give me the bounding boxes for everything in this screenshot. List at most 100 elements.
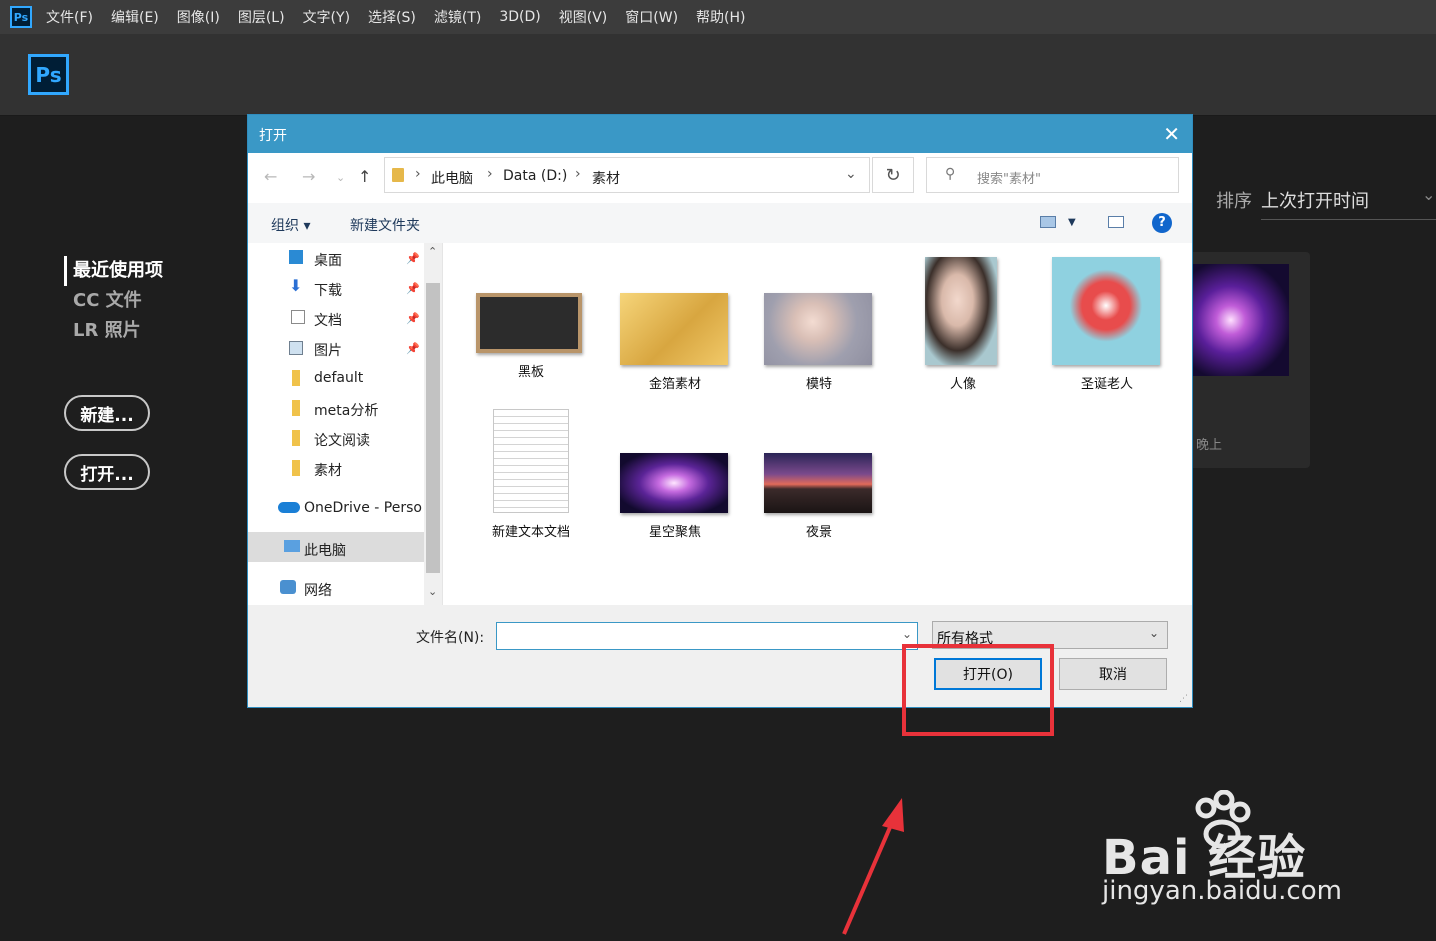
sidebar-item-desktop[interactable]: 桌面	[314, 250, 342, 270]
menu-window[interactable]: 窗口(W)	[625, 7, 678, 27]
menu-filter[interactable]: 滤镜(T)	[434, 7, 481, 27]
pin-icon: 📌	[406, 252, 420, 265]
sidebar-item-downloads[interactable]: 下载	[314, 280, 342, 300]
nav-cc-files[interactable]: CC 文件	[64, 286, 163, 316]
menu-layer[interactable]: 图层(L)	[238, 7, 285, 27]
sidebar-item-documents[interactable]: 文档	[314, 310, 342, 330]
preview-pane-icon[interactable]	[1108, 216, 1124, 228]
sort-select[interactable]: 上次打开时间	[1261, 187, 1436, 220]
menu-select[interactable]: 选择(S)	[368, 7, 416, 27]
sidebar-item-this-pc[interactable]: 此电脑	[304, 540, 346, 560]
file-thumbnail-blackboard	[476, 293, 582, 353]
menu-image[interactable]: 图像(I)	[177, 7, 220, 27]
file-name: 黑板	[517, 365, 544, 380]
sidebar-item-network[interactable]: 网络	[304, 580, 332, 600]
view-dropdown-icon[interactable]: ▼	[1068, 217, 1076, 228]
file-item[interactable]: 模特	[761, 293, 877, 392]
navigation-bar: ← → ⌄ ↑ › 此电脑 › Data (D:) › 素材 ⌄ ↻ ⚲ 搜索"…	[248, 153, 1192, 203]
photoshop-logo[interactable]: Ps	[28, 54, 69, 95]
chevron-right-icon[interactable]: ›	[415, 166, 421, 182]
organize-menu[interactable]: 组织 ▾	[271, 215, 310, 235]
menu-type[interactable]: 文字(Y)	[303, 7, 350, 27]
file-item[interactable]: 圣诞老人	[1049, 257, 1165, 392]
forward-arrow-icon[interactable]: →	[302, 167, 315, 186]
up-arrow-icon[interactable]: ↑	[358, 167, 371, 186]
file-name: 人像	[949, 377, 976, 392]
recent-locations-icon[interactable]: ⌄	[336, 171, 345, 184]
document-icon	[291, 310, 305, 324]
pin-icon: 📌	[406, 312, 420, 325]
sidebar-item-papers[interactable]: 论文阅读	[314, 430, 370, 450]
search-icon: ⚲	[945, 166, 956, 182]
close-icon[interactable]: ✕	[1163, 122, 1180, 146]
file-name: 新建文本文档	[491, 525, 570, 540]
chevron-down-icon[interactable]: ⌄	[845, 166, 857, 182]
chevron-down-icon[interactable]: ⌄	[1149, 626, 1159, 640]
breadcrumb-drive-d[interactable]: Data (D:)	[503, 168, 567, 184]
open-button[interactable]: 打开...	[64, 454, 150, 490]
help-icon[interactable]: ?	[1152, 213, 1172, 233]
file-thumbnail-galaxy	[620, 453, 728, 513]
breadcrumb-this-pc[interactable]: 此电脑	[431, 168, 473, 188]
breadcrumb-sucai[interactable]: 素材	[592, 168, 620, 188]
sidebar-item-sucai[interactable]: 素材	[314, 460, 342, 480]
sidebar-item-meta[interactable]: meta分析	[314, 400, 378, 420]
pictures-icon	[289, 341, 303, 355]
open-dialog: 打开 ✕ ← → ⌄ ↑ › 此电脑 › Data (D:) › 素材 ⌄ ↻ …	[248, 115, 1192, 707]
filename-label: 文件名(N):	[416, 630, 485, 646]
computer-icon	[284, 540, 300, 552]
file-item[interactable]: 黑板	[473, 293, 589, 380]
sidebar-item-default[interactable]: default	[314, 370, 363, 386]
file-thumbnail-model	[764, 293, 872, 365]
file-item[interactable]: 星空聚焦	[617, 453, 733, 540]
cloud-icon	[278, 502, 300, 513]
recent-file-time: 晚上	[1196, 438, 1223, 453]
file-item[interactable]: 新建文本文档	[473, 409, 589, 540]
chevron-right-icon[interactable]: ›	[575, 166, 581, 182]
nav-recent[interactable]: 最近使用项	[64, 256, 163, 286]
menu-view[interactable]: 视图(V)	[559, 7, 608, 27]
menu-file[interactable]: 文件(F)	[46, 7, 93, 27]
file-thumbnail-gold-foil	[620, 293, 728, 365]
dialog-toolbar: 组织 ▾ 新建文件夹 ▼	[248, 203, 1192, 243]
view-mode-icon[interactable]	[1040, 216, 1056, 228]
menu-3d[interactable]: 3D(D)	[499, 9, 540, 25]
file-item[interactable]: 人像	[905, 257, 1021, 392]
refresh-icon[interactable]: ↻	[872, 157, 914, 193]
search-input[interactable]: ⚲ 搜索"素材"	[926, 157, 1179, 193]
address-bar[interactable]: › 此电脑 › Data (D:) › 素材 ⌄	[384, 157, 870, 193]
dialog-titlebar[interactable]: 打开 ✕	[248, 115, 1192, 153]
sort-label: 排序	[1216, 191, 1252, 212]
chevron-down-icon[interactable]: ⌄	[1422, 185, 1435, 204]
folder-icon	[392, 168, 404, 182]
file-name: 夜景	[805, 525, 832, 540]
file-item[interactable]: 夜景	[761, 453, 877, 540]
red-arrow-icon	[842, 798, 904, 935]
sidebar-item-pictures[interactable]: 图片	[314, 340, 342, 360]
recent-file-thumbnail[interactable]	[1192, 264, 1289, 376]
nav-lr-photos[interactable]: LR 照片	[64, 316, 163, 346]
menu-bar: Ps 文件(F) 编辑(E) 图像(I) 图层(L) 文字(Y) 选择(S) 滤…	[0, 0, 1436, 34]
text-document-icon	[493, 409, 569, 513]
dialog-title: 打开	[259, 128, 287, 144]
chevron-down-icon[interactable]: ⌄	[902, 627, 912, 641]
scroll-down-icon[interactable]: ⌄	[428, 585, 437, 598]
chevron-right-icon[interactable]: ›	[487, 166, 493, 182]
resize-grip-icon[interactable]: ⋰	[1179, 694, 1188, 704]
filename-input[interactable]: ⌄	[496, 622, 918, 650]
menu-help[interactable]: 帮助(H)	[696, 7, 745, 27]
new-folder-button[interactable]: 新建文件夹	[350, 215, 420, 235]
desktop-icon	[289, 250, 303, 264]
download-icon: ⬇	[289, 276, 303, 295]
sidebar-item-onedrive[interactable]: OneDrive - Perso	[304, 500, 424, 516]
new-button[interactable]: 新建...	[64, 395, 150, 431]
back-arrow-icon[interactable]: ←	[264, 167, 277, 186]
sidebar-scrollbar[interactable]: ⌃ ⌄	[424, 243, 442, 605]
menu-edit[interactable]: 编辑(E)	[111, 7, 159, 27]
options-bar: Ps	[0, 34, 1436, 116]
cancel-button[interactable]: 取消	[1059, 658, 1167, 690]
file-item[interactable]: 金箔素材	[617, 293, 733, 392]
scrollbar-thumb[interactable]	[426, 283, 440, 573]
home-nav: 最近使用项 CC 文件 LR 照片	[64, 256, 163, 346]
scroll-up-icon[interactable]: ⌃	[428, 245, 437, 258]
